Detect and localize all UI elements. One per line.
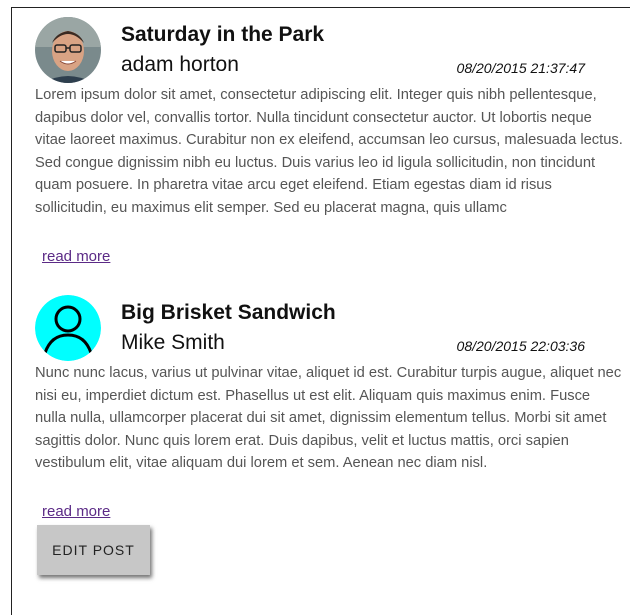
post-title: Big Brisket Sandwich [121, 301, 336, 324]
post-author: adam horton [121, 53, 239, 76]
post-date: 08/20/2015 21:37:47 [456, 60, 585, 76]
post-body: Lorem ipsum dolor sit amet, consectetur … [35, 87, 623, 216]
read-more-link[interactable]: read more [42, 248, 110, 265]
post-author: Mike Smith [121, 331, 225, 354]
post-date: 08/20/2015 22:03:36 [456, 338, 585, 354]
read-more-link[interactable]: read more [42, 503, 110, 520]
post-title: Saturday in the Park [121, 23, 325, 46]
edit-post-button[interactable]: EDIT POST [37, 525, 150, 575]
user-photo-icon [35, 17, 101, 83]
default-user-icon [35, 295, 101, 361]
post-body: Nunc nunc lacus, varius ut pulvinar vita… [35, 365, 622, 471]
